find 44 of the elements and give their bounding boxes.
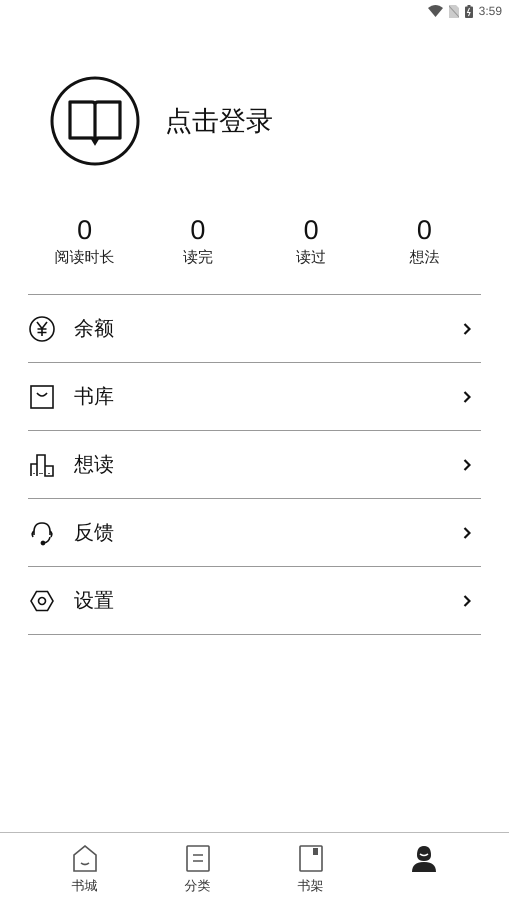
wifi-icon: [428, 5, 443, 17]
nav-tab[interactable]: 书架: [254, 833, 367, 895]
menu-label: 设置: [74, 587, 115, 614]
book-avatar-icon[interactable]: [50, 76, 140, 166]
menu-item[interactable]: 书库: [28, 363, 481, 431]
document-icon: [186, 845, 210, 872]
stat-value: 0: [190, 216, 206, 244]
chevron-icon: [463, 390, 471, 402]
chevron-icon: [463, 322, 471, 334]
menu-label: 书库: [74, 383, 115, 410]
menu-label: 反馈: [74, 519, 115, 546]
nav-label: 分类: [184, 878, 210, 895]
nav-label: 书架: [298, 878, 324, 895]
menu-item[interactable]: 反馈: [28, 499, 481, 567]
headset-icon: [29, 520, 55, 546]
menu-item[interactable]: 余额: [28, 295, 481, 363]
stat-label: 想法: [409, 248, 440, 267]
stat-label: 读过: [296, 248, 326, 267]
nav-tab[interactable]: 书城: [28, 833, 141, 895]
battery-icon: [464, 4, 473, 18]
yen-circle-icon: [29, 316, 55, 342]
status-time: 3:59: [478, 4, 502, 18]
stat-value: 0: [77, 216, 92, 244]
hexagon-settings-icon: [29, 588, 55, 614]
stat-label: 读完: [182, 248, 213, 267]
login-link[interactable]: 点击登录: [165, 103, 273, 139]
house-icon: [72, 845, 96, 872]
chevron-icon: [463, 594, 471, 606]
box-icon: [29, 384, 55, 410]
stat-value: 0: [416, 216, 432, 244]
menu-label: 想读: [74, 451, 115, 478]
nav-tab[interactable]: 分类: [141, 833, 254, 895]
menu-item[interactable]: 想读: [28, 431, 481, 499]
menu-label: 余额: [74, 315, 115, 342]
nav-label: 书城: [72, 878, 98, 895]
chevron-icon: [463, 526, 471, 538]
stat-label: 阅读时长: [54, 248, 115, 267]
bar-chart-icon: [29, 452, 55, 478]
no-sim-icon: [448, 4, 459, 18]
person-icon: [412, 845, 436, 872]
stat-value: 0: [304, 216, 319, 244]
menu-item[interactable]: 设置: [28, 567, 481, 635]
chevron-icon: [463, 458, 471, 470]
book-icon: [298, 845, 322, 872]
